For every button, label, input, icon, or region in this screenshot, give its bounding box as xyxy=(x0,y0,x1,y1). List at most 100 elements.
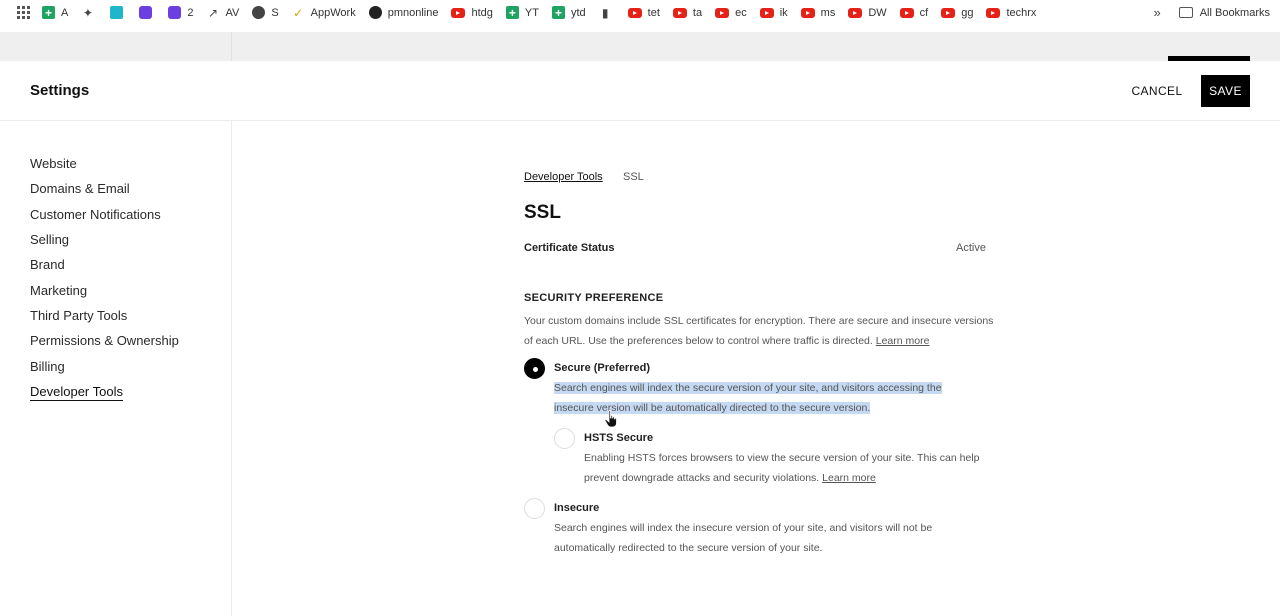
bookmark-label: YT xyxy=(524,6,539,19)
settings-sidebar: Website Domains & Email Customer Notific… xyxy=(0,121,232,616)
youtube-icon xyxy=(848,7,863,18)
learn-more-link[interactable]: Learn more xyxy=(876,335,930,347)
secure-radio[interactable] xyxy=(524,358,545,379)
youtube-icon xyxy=(941,7,956,18)
hsts-option-description: Enabling HSTS forces browsers to view th… xyxy=(584,448,994,488)
apps-grid-icon[interactable] xyxy=(14,4,32,22)
bookmark-item[interactable]: pmnonline xyxy=(368,4,439,22)
check-icon: ✓ xyxy=(293,5,304,20)
trend-icon: ↗ xyxy=(207,5,218,20)
secure-option-description: Search engines will index the secure ver… xyxy=(554,378,984,418)
bookmark-label: AV xyxy=(225,6,240,19)
sidebar-item-billing[interactable]: Billing xyxy=(30,359,65,374)
save-button[interactable]: SAVE xyxy=(1201,75,1250,107)
bookmark-item[interactable]: gg xyxy=(941,4,973,22)
youtube-icon xyxy=(759,7,774,18)
sidebar-item-marketing[interactable]: Marketing xyxy=(30,283,87,298)
youtube-icon xyxy=(672,7,687,18)
breadcrumb-current: SSL xyxy=(623,171,644,183)
sidebar-item-permissions-ownership[interactable]: Permissions & Ownership xyxy=(30,333,179,348)
youtube-icon xyxy=(451,7,466,18)
bookmark-label: techrx xyxy=(1006,6,1037,19)
insecure-option-description: Search engines will index the insecure v… xyxy=(554,522,933,554)
heart-chat-icon xyxy=(168,6,182,19)
bookmark-label: cf xyxy=(919,6,929,19)
sheets-icon xyxy=(505,6,519,19)
bookmark-label: gg xyxy=(961,6,974,19)
bookmark-item[interactable]: ik xyxy=(759,4,788,22)
youtube-icon xyxy=(800,7,815,18)
bookmark-label: ms xyxy=(820,6,836,19)
sidebar-item-third-party-tools[interactable]: Third Party Tools xyxy=(30,308,127,323)
bookmark-item[interactable]: htdg xyxy=(451,4,493,22)
bookmark-label: DW xyxy=(868,6,887,19)
bookmark-item[interactable] xyxy=(139,4,158,22)
github-icon xyxy=(368,6,382,19)
bookmark-item[interactable]: 2 xyxy=(168,4,193,22)
bookmark-list: A ✦ 2 ↗ AV S ✓ AppWork pmnonline htdg YT ytd ▮ tet ta e… xyxy=(42,4,1049,22)
bookmark-item[interactable]: S xyxy=(252,4,279,22)
sidebar-item-developer-tools[interactable]: Developer Tools xyxy=(30,384,123,401)
sidebar-item-website[interactable]: Website xyxy=(30,156,77,171)
bookmark-label: ta xyxy=(692,6,703,19)
breadcrumb-developer-tools[interactable]: Developer Tools xyxy=(524,171,603,183)
bookmark-item[interactable]: ✓ AppWork xyxy=(292,4,356,22)
bookmark-item[interactable]: DW xyxy=(848,4,887,22)
bookmark-label: tet xyxy=(647,6,660,19)
bookmark-item[interactable]: ▮ xyxy=(599,4,618,22)
youtube-icon xyxy=(715,7,730,18)
teal-app-icon xyxy=(110,6,124,19)
bookmark-label: pmnonline xyxy=(387,6,439,19)
bookmark-item[interactable]: ✦ xyxy=(81,4,100,22)
sheets-icon xyxy=(551,6,565,19)
all-bookmarks-button[interactable]: All Bookmarks xyxy=(1178,6,1270,19)
bookmark-item[interactable]: ec xyxy=(715,4,747,22)
bookmarks-bar: A ✦ 2 ↗ AV S ✓ AppWork pmnonline htdg YT ytd ▮ tet ta e… xyxy=(0,0,1280,25)
hsts-checkbox[interactable] xyxy=(554,428,575,449)
bookmark-item[interactable]: A xyxy=(42,4,68,22)
bookmark-item[interactable]: ms xyxy=(800,4,836,22)
bookmark-item[interactable]: YT xyxy=(505,4,539,22)
youtube-icon xyxy=(627,7,642,18)
secure-option-title: Secure (Preferred) xyxy=(554,362,650,374)
folder-icon xyxy=(1178,7,1193,18)
hand-cursor-icon xyxy=(604,410,617,428)
youtube-icon xyxy=(899,7,914,18)
bookmark-item[interactable]: ta xyxy=(672,4,703,22)
divider xyxy=(231,32,232,61)
youtube-icon xyxy=(986,7,1001,18)
security-preference-heading: SECURITY PREFERENCE xyxy=(524,292,664,304)
background-page-strip xyxy=(0,32,1280,61)
bookmark-label: ik xyxy=(779,6,788,19)
bookmark-item[interactable]: techrx xyxy=(986,4,1036,22)
settings-header: Settings CANCEL SAVE xyxy=(0,61,1280,121)
bookmark-label: ec xyxy=(735,6,747,19)
hsts-option-text: Enabling HSTS forces browsers to view th… xyxy=(584,452,980,484)
puzzle-icon: ✦ xyxy=(82,5,93,20)
all-bookmarks-label: All Bookmarks xyxy=(1199,6,1270,19)
sidebar-item-domains-email[interactable]: Domains & Email xyxy=(30,181,130,196)
bookmark-label: AppWork xyxy=(310,6,356,19)
cancel-button[interactable]: CANCEL xyxy=(1120,75,1194,107)
sidebar-item-customer-notifications[interactable]: Customer Notifications xyxy=(30,207,161,222)
bookmark-item[interactable] xyxy=(110,4,129,22)
bookmark-item[interactable]: ytd xyxy=(551,4,586,22)
globe-icon xyxy=(252,6,266,19)
bookmark-item[interactable]: ↗ AV xyxy=(206,4,239,22)
sidebar-item-selling[interactable]: Selling xyxy=(30,232,69,247)
heart-chat-icon xyxy=(139,6,153,19)
bookmark-label: A xyxy=(61,6,69,19)
section-title: SSL xyxy=(524,202,561,223)
certificate-status-value: Active xyxy=(956,242,986,254)
bookmark-item[interactable]: cf xyxy=(899,4,929,22)
page-title: Settings xyxy=(30,82,90,99)
sheets-icon xyxy=(42,6,55,19)
insecure-radio[interactable] xyxy=(524,498,545,519)
hsts-learn-more-link[interactable]: Learn more xyxy=(822,472,876,484)
sidebar-item-brand[interactable]: Brand xyxy=(30,257,65,272)
bookmark-label: htdg xyxy=(471,6,493,19)
hsts-option-title: HSTS Secure xyxy=(584,432,654,444)
bookmarks-overflow-button[interactable]: » xyxy=(1153,5,1160,20)
bookmark-label: ytd xyxy=(570,6,586,19)
bookmark-item[interactable]: tet xyxy=(627,4,660,22)
